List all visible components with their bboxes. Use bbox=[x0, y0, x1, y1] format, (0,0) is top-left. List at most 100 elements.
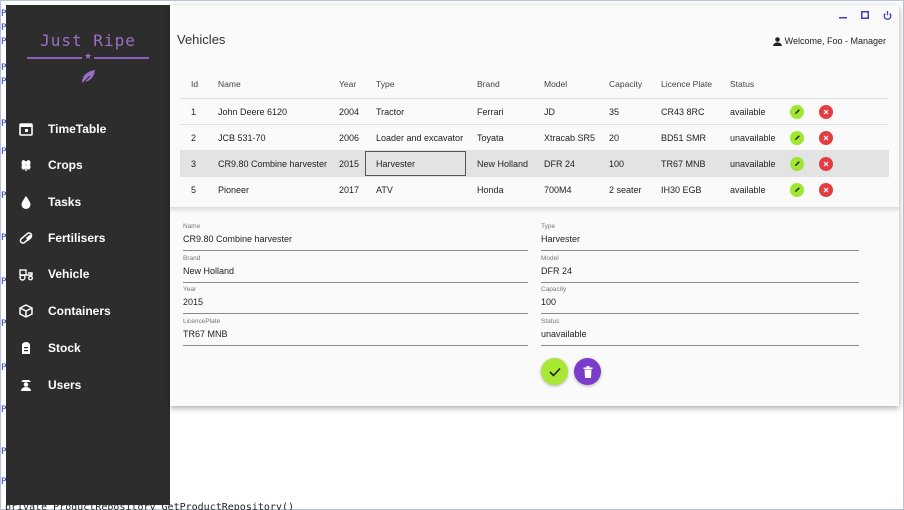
column-header-year[interactable]: Year bbox=[339, 70, 356, 98]
app-logo-text: Just Ripe bbox=[40, 31, 136, 50]
column-header-id[interactable]: Id bbox=[191, 70, 198, 98]
field-value: Harvester bbox=[541, 234, 581, 244]
welcome-text: Welcome, Foo - Manager bbox=[784, 36, 886, 46]
cell-year: 2006 bbox=[339, 132, 360, 143]
cell-type: Loader and excavator bbox=[376, 132, 464, 143]
field-label: Model bbox=[541, 255, 559, 262]
delete-row-button[interactable] bbox=[819, 151, 833, 176]
type-field[interactable]: Type Harvester bbox=[541, 223, 859, 251]
sidebar-item-users[interactable]: Users bbox=[6, 371, 170, 399]
sidebar-item-label: Vehicle bbox=[48, 267, 90, 281]
field-label: Status bbox=[541, 318, 560, 325]
model-field[interactable]: Model DFR 24 bbox=[541, 255, 859, 283]
trash-icon bbox=[583, 365, 592, 378]
edit-row-button[interactable] bbox=[790, 177, 804, 202]
table-row[interactable]: 1 John Deere 6120 2004 Tractor Ferrari J… bbox=[180, 98, 889, 124]
cell-year: 2015 bbox=[339, 158, 360, 169]
cell-licence-plate: IH30 EGB bbox=[661, 184, 702, 195]
sidebar-item-label: Fertilisers bbox=[48, 231, 106, 245]
pencil-icon bbox=[790, 104, 804, 119]
cell-capacity: 20 bbox=[609, 132, 620, 143]
close-icon bbox=[819, 182, 833, 197]
table-row-selected[interactable]: 3 CR9.80 Combine harvester 2015 Harveste… bbox=[180, 150, 889, 176]
field-label: Capacity bbox=[541, 286, 567, 293]
user-welcome: Welcome, Foo - Manager bbox=[772, 36, 886, 46]
silo-icon bbox=[18, 340, 34, 356]
sidebar-item-fertilisers[interactable]: Fertilisers bbox=[6, 224, 170, 252]
sidebar-item-label: Tasks bbox=[48, 195, 82, 209]
field-label: Type bbox=[541, 223, 556, 230]
calendar-icon bbox=[18, 121, 34, 137]
power-icon[interactable] bbox=[881, 9, 893, 21]
leaf-logo-icon bbox=[80, 70, 95, 86]
sidebar-item-timetable[interactable]: TimeTable bbox=[6, 115, 170, 143]
year-field[interactable]: Year 2015 bbox=[183, 286, 528, 314]
cell-licence-plate: CR43 8RC bbox=[661, 106, 705, 117]
cell-brand: Honda bbox=[477, 184, 504, 195]
field-value: 100 bbox=[541, 297, 557, 307]
delete-row-button[interactable] bbox=[819, 125, 833, 150]
status-field[interactable]: Status unavailable bbox=[541, 318, 859, 346]
edit-row-button[interactable] bbox=[790, 125, 804, 150]
delete-button[interactable] bbox=[574, 358, 601, 385]
edit-row-button[interactable] bbox=[790, 99, 804, 124]
cell-name: CR9.80 Combine harvester bbox=[218, 158, 328, 169]
column-header-model[interactable]: Model bbox=[544, 70, 567, 98]
pencil-icon bbox=[790, 182, 804, 197]
column-header-capacity[interactable]: Capacity bbox=[609, 70, 642, 98]
field-value: 2015 bbox=[183, 297, 204, 307]
cell-type: ATV bbox=[376, 184, 393, 195]
sidebar-item-crops[interactable]: Crops bbox=[6, 151, 170, 179]
cell-licence-plate: BD51 SMR bbox=[661, 132, 707, 143]
cell-brand: Toyata bbox=[477, 132, 504, 143]
column-header-status[interactable]: Status bbox=[730, 70, 754, 98]
delete-row-button[interactable] bbox=[819, 177, 833, 202]
licence-plate-field[interactable]: LicencePlate TR67 MNB bbox=[183, 318, 528, 346]
field-label: Brand bbox=[183, 255, 201, 262]
column-header-brand[interactable]: Brand bbox=[477, 70, 500, 98]
brand-field[interactable]: Brand New Holland bbox=[183, 255, 528, 283]
column-header-type[interactable]: Type bbox=[376, 70, 394, 98]
table-row[interactable]: 2 JCB 531-70 2006 Loader and excavator T… bbox=[180, 124, 889, 150]
cell-name: John Deere 6120 bbox=[218, 106, 288, 117]
save-button[interactable] bbox=[541, 358, 568, 385]
logo-divider-right bbox=[94, 57, 149, 59]
field-label: Name bbox=[183, 223, 201, 230]
sidebar-item-vehicle[interactable]: Vehicle bbox=[6, 260, 170, 288]
field-label: Year bbox=[183, 286, 197, 293]
table-row[interactable]: 5 Pioneer 2017 ATV Honda 700M4 2 seater … bbox=[180, 176, 889, 202]
cell-model: Xtracab SR5 bbox=[544, 132, 596, 143]
cell-type: Tractor bbox=[376, 106, 405, 117]
minimize-icon[interactable] bbox=[837, 9, 849, 21]
column-header-name[interactable]: Name bbox=[218, 70, 241, 98]
sidebar-item-tasks[interactable]: Tasks bbox=[6, 188, 170, 216]
close-icon bbox=[819, 156, 833, 171]
field-value: TR67 MNB bbox=[183, 329, 228, 339]
cell-status: unavailable bbox=[730, 158, 776, 169]
cell-capacity: 35 bbox=[609, 106, 620, 117]
delete-row-button[interactable] bbox=[819, 99, 833, 124]
field-value: New Holland bbox=[183, 266, 235, 276]
water-drop-icon bbox=[18, 194, 34, 210]
column-header-licence-plate[interactable]: Licence Plate bbox=[661, 70, 712, 98]
farmer-icon bbox=[18, 377, 34, 393]
cell-capacity: 100 bbox=[609, 158, 625, 169]
cell-status: unavailable bbox=[730, 132, 776, 143]
sidebar-item-containers[interactable]: Containers bbox=[6, 297, 170, 325]
page-title: Vehicles bbox=[177, 32, 226, 47]
sidebar-item-stock[interactable]: Stock bbox=[6, 334, 170, 362]
sidebar-item-label: Users bbox=[48, 378, 82, 392]
tractor-icon bbox=[18, 266, 34, 282]
close-icon bbox=[819, 104, 833, 119]
cell-year: 2004 bbox=[339, 106, 360, 117]
table-divider bbox=[170, 207, 899, 213]
cell-type-focused[interactable]: Harvester bbox=[365, 151, 466, 176]
field-label: LicencePlate bbox=[183, 318, 221, 325]
edit-row-button[interactable] bbox=[790, 151, 804, 176]
user-icon bbox=[772, 36, 782, 46]
cell-id: 3 bbox=[191, 158, 197, 169]
capacity-field[interactable]: Capacity 100 bbox=[541, 286, 859, 314]
cell-year: 2017 bbox=[339, 184, 360, 195]
maximize-icon[interactable] bbox=[859, 9, 871, 21]
name-field[interactable]: Name CR9.80 Combine harvester bbox=[183, 223, 528, 251]
